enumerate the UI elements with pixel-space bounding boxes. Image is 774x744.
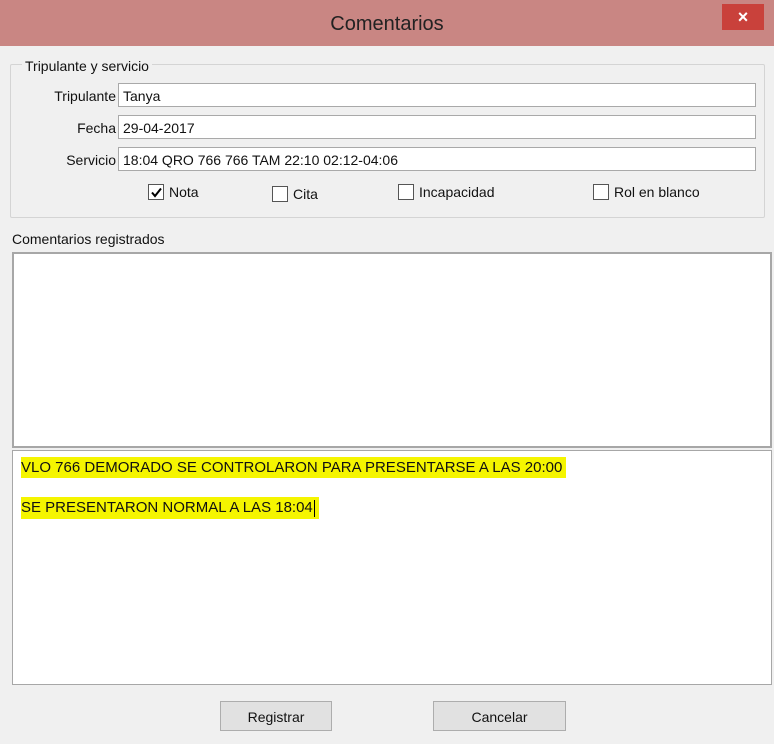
checkbox-cita[interactable]: Cita (272, 186, 318, 202)
comment-textarea[interactable]: VLO 766 DEMORADO SE CONTROLARON PARA PRE… (12, 450, 772, 685)
registered-comments-list[interactable] (12, 252, 772, 448)
checkbox-label: Cita (293, 186, 318, 202)
group-legend: Tripulante y servicio (22, 58, 152, 74)
title-bar: Comentarios × (0, 0, 774, 46)
servicio-field[interactable]: 18:04 QRO 766 766 TAM 22:10 02:12-04:06 (118, 147, 756, 171)
fecha-label: Fecha (77, 120, 116, 136)
checkbox-label: Incapacidad (419, 184, 495, 200)
checkbox-rol-en-blanco[interactable]: Rol en blanco (593, 184, 700, 200)
checkbox-box[interactable] (148, 184, 164, 200)
text-caret (313, 499, 315, 517)
register-button[interactable]: Registrar (220, 701, 332, 731)
servicio-label: Servicio (66, 152, 116, 168)
checkbox-box[interactable] (272, 186, 288, 202)
checkbox-box[interactable] (593, 184, 609, 200)
fecha-field[interactable]: 29-04-2017 (118, 115, 756, 139)
memo-line: VLO 766 DEMORADO SE CONTROLARON PARA PRE… (21, 457, 567, 478)
close-button[interactable]: × (722, 4, 764, 30)
window-title: Comentarios (330, 13, 444, 35)
comments-section-label: Comentarios registrados (12, 231, 165, 247)
checkbox-nota[interactable]: Nota (148, 184, 199, 200)
tripulante-field[interactable]: Tanya (118, 83, 756, 107)
checkbox-box[interactable] (398, 184, 414, 200)
checkbox-label: Rol en blanco (614, 184, 700, 200)
check-icon (151, 187, 162, 198)
tripulante-label: Tripulante (54, 88, 116, 104)
memo-line: SE PRESENTARON NORMAL A LAS 18:04 (21, 497, 319, 519)
checkbox-label: Nota (169, 184, 199, 200)
cancel-button[interactable]: Cancelar (433, 701, 566, 731)
checkbox-incapacidad[interactable]: Incapacidad (398, 184, 495, 200)
